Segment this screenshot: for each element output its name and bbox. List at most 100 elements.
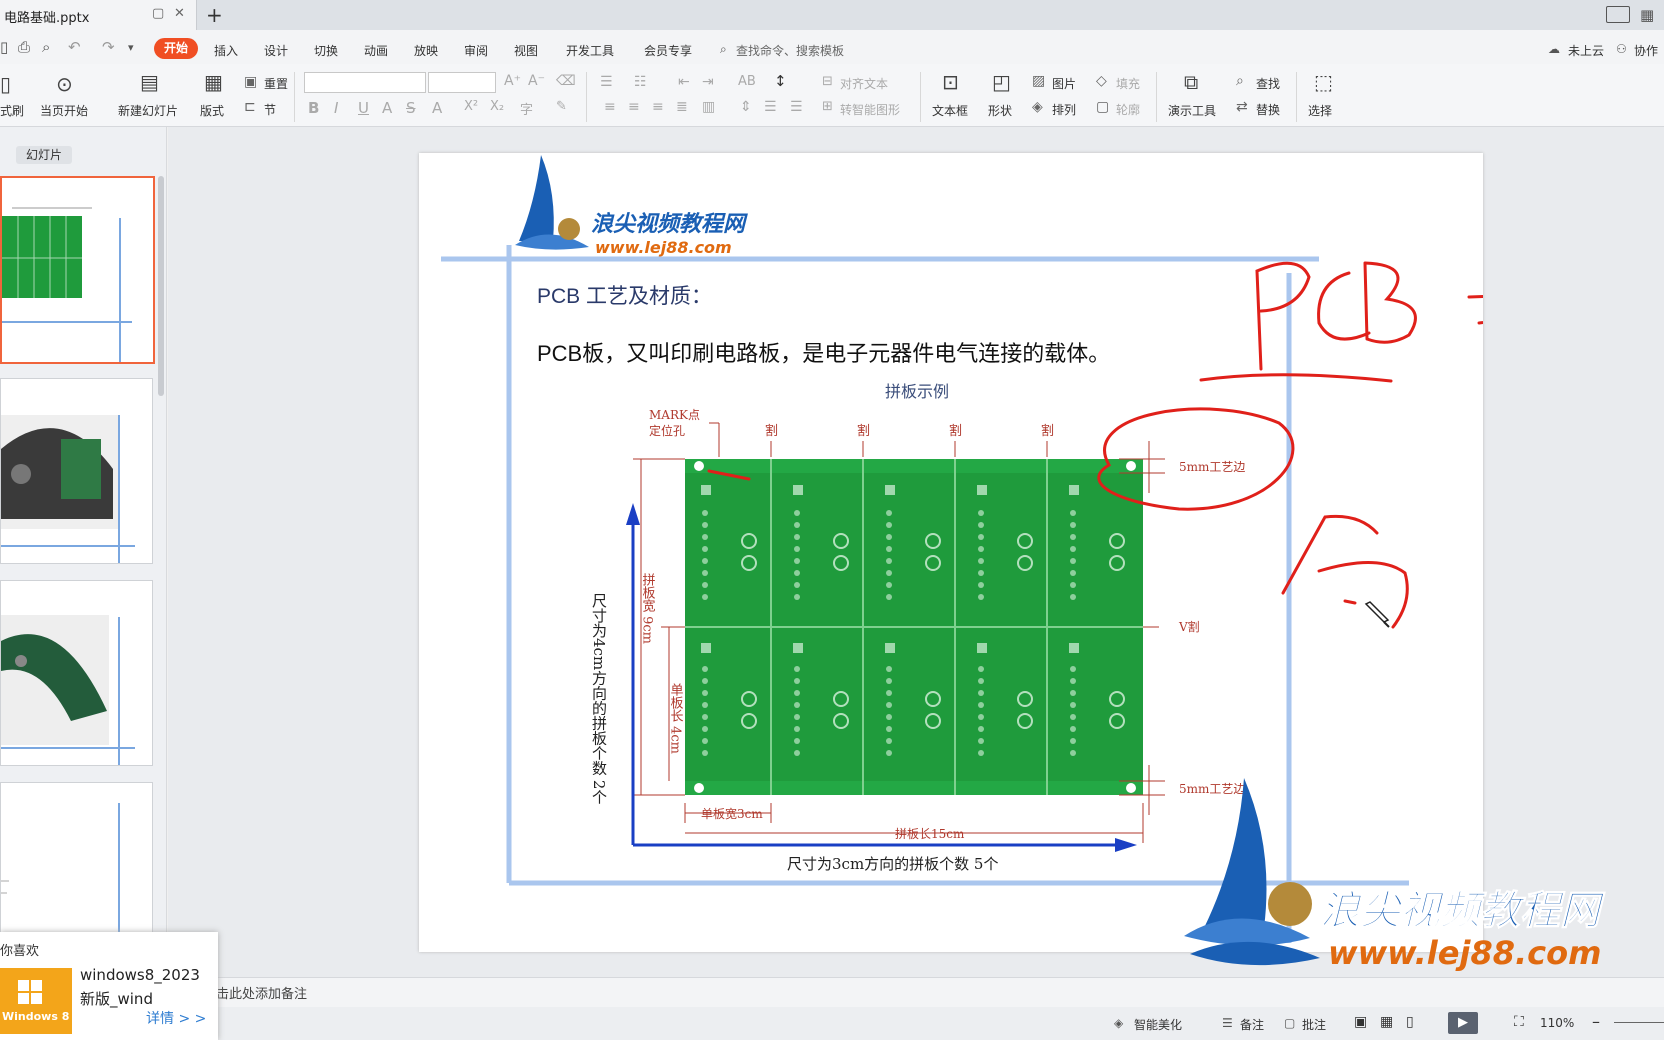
section-icon: ⊏ <box>244 99 256 115</box>
picture-button[interactable]: 图片 <box>1052 75 1076 92</box>
grid-view-icon[interactable]: ▦ <box>1640 6 1654 24</box>
undo-icon[interactable]: ↶ <box>68 38 81 56</box>
customize-icon[interactable]: ▾ <box>128 41 134 54</box>
tab-view[interactable]: 视图 <box>514 42 538 59</box>
align-right-icon[interactable]: ≡ <box>652 99 664 115</box>
tab-animations[interactable]: 动画 <box>364 42 388 59</box>
superscript-icon[interactable]: X² <box>464 99 478 114</box>
presenter-tools-button[interactable]: 演示工具 <box>1168 102 1216 119</box>
subscript-icon[interactable]: X₂ <box>490 99 504 114</box>
section-button[interactable]: 节 <box>264 101 276 118</box>
reset-button[interactable]: 重置 <box>264 75 288 92</box>
tab-close-icon[interactable]: ✕ <box>174 6 185 21</box>
notes-placeholder[interactable]: 击此处添加备注 <box>216 983 307 1002</box>
zoom-out-icon[interactable]: – <box>1592 1012 1600 1031</box>
format-painter-button[interactable]: 式刷 <box>0 102 24 119</box>
open-icon[interactable]: ▯ <box>0 38 8 56</box>
slide-thumbnail-1[interactable] <box>0 176 155 364</box>
replace-button[interactable]: 替换 <box>1256 101 1280 118</box>
underline-icon[interactable]: U <box>358 99 369 117</box>
numbering-icon[interactable]: ☷ <box>634 74 647 90</box>
clear-format-icon[interactable]: ⌫ <box>556 73 576 89</box>
font-grow-icon[interactable]: A⁺ <box>504 73 521 89</box>
tab-developer[interactable]: 开发工具 <box>566 42 614 59</box>
slide-thumbnail-4[interactable] <box>0 782 153 934</box>
strikethrough-icon[interactable]: S <box>406 99 416 117</box>
tab-transitions[interactable]: 切换 <box>314 42 338 59</box>
windows-logo[interactable]: Windows 8 <box>0 968 72 1034</box>
popup-line-1[interactable]: windows8_2023 <box>80 966 200 984</box>
new-tab-button[interactable]: + <box>206 3 223 27</box>
textbox-button[interactable]: 文本框 <box>932 102 968 119</box>
shapes-button[interactable]: 形状 <box>988 102 1012 119</box>
tab-slides[interactable]: 幻灯片 <box>16 146 72 164</box>
popup-line-2[interactable]: 新版_wind <box>80 988 153 1009</box>
tab-insert[interactable]: 插入 <box>214 42 238 59</box>
font-size-select[interactable] <box>428 72 496 93</box>
line-spacing-2-icon[interactable]: ☰ <box>790 99 803 115</box>
thumbnail-scrollbar[interactable] <box>158 176 164 396</box>
notes-toggle[interactable]: 备注 <box>1240 1016 1264 1033</box>
layout-button[interactable]: 版式 <box>200 102 224 119</box>
column-icon[interactable]: ☰ <box>764 99 777 115</box>
align-text-button[interactable]: 对齐文本 <box>840 75 888 92</box>
font-family-select[interactable] <box>304 72 426 93</box>
play-slideshow-button[interactable]: ▶ <box>1448 1012 1478 1034</box>
bold-icon[interactable]: B <box>308 99 319 117</box>
align-left-icon[interactable]: ≡ <box>604 99 616 115</box>
print-icon[interactable]: ⎙ <box>18 38 30 56</box>
bullets-icon[interactable]: ☰ <box>600 74 613 90</box>
layout-toggle-icon[interactable] <box>1606 6 1630 23</box>
collab-button[interactable]: 协作 <box>1634 42 1658 59</box>
tab-slideshow[interactable]: 放映 <box>414 42 438 59</box>
smart-art-icon[interactable]: ⊞ <box>822 99 833 114</box>
text-direction-icon[interactable]: AB <box>738 74 756 89</box>
sorter-view-icon[interactable]: ▦ <box>1380 1014 1393 1030</box>
beautify-button[interactable]: 智能美化 <box>1134 1016 1182 1033</box>
slide-thumbnail-2[interactable] <box>0 378 153 564</box>
line-spacing-icon[interactable]: ↕ <box>774 72 787 90</box>
document-tab[interactable]: 电路基础.pptx ▢ ✕ <box>0 0 197 30</box>
tab-design[interactable]: 设计 <box>264 42 288 59</box>
tab-home[interactable]: 开始 <box>154 38 198 59</box>
justify-icon[interactable]: ≣ <box>676 99 688 115</box>
outline-button[interactable]: 轮廓 <box>1116 101 1140 118</box>
distribute-icon[interactable]: ▥ <box>702 99 715 115</box>
search-icon[interactable]: ⌕ <box>720 42 727 57</box>
fit-window-icon[interactable]: ⛶ <box>1514 1014 1524 1030</box>
zoom-level[interactable]: 110% <box>1540 1016 1574 1030</box>
align-text-icon[interactable]: ⊟ <box>822 74 833 89</box>
smart-art-button[interactable]: 转智能图形 <box>840 101 900 118</box>
ribbon-separator <box>586 72 587 122</box>
align-center-icon[interactable]: ≡ <box>628 99 640 115</box>
zoom-slider[interactable] <box>1614 1022 1664 1023</box>
indent-increase-icon[interactable]: ⇥ <box>702 74 714 90</box>
arrange-button[interactable]: 排列 <box>1052 101 1076 118</box>
select-button[interactable]: 选择 <box>1308 102 1332 119</box>
preview-icon[interactable]: ⌕ <box>42 38 50 56</box>
popup-details-link[interactable]: 详情 > > <box>146 1008 206 1028</box>
indent-decrease-icon[interactable]: ⇤ <box>678 74 690 90</box>
shadow-icon[interactable]: A <box>382 99 392 117</box>
tab-member[interactable]: 会员专享 <box>644 42 692 59</box>
slide-thumbnail-3[interactable] <box>0 580 153 766</box>
fill-button[interactable]: 填充 <box>1116 75 1140 92</box>
cloud-status[interactable]: 未上云 <box>1568 42 1604 59</box>
reading-view-icon[interactable]: ▯ <box>1406 1014 1414 1030</box>
normal-view-icon[interactable]: ▣ <box>1354 1014 1367 1030</box>
new-slide-button[interactable]: 新建幻灯片 <box>118 102 178 119</box>
find-button[interactable]: 查找 <box>1256 75 1280 92</box>
tab-review[interactable]: 审阅 <box>464 42 488 59</box>
comments-toggle[interactable]: 批注 <box>1302 1016 1326 1033</box>
para-spacing-icon[interactable]: ⇕ <box>740 99 752 115</box>
x-caption: 尺寸为3cm方向的拼板个数 5个 <box>787 855 998 873</box>
redo-icon[interactable]: ↷ <box>102 38 115 56</box>
highlight-icon[interactable]: ✎ <box>556 99 567 114</box>
from-current-button[interactable]: 当页开始 <box>40 102 88 119</box>
tab-window-icon[interactable]: ▢ <box>152 6 164 21</box>
font-color-icon[interactable]: A <box>432 99 442 117</box>
phonetic-icon[interactable]: 字 <box>520 99 533 118</box>
font-shrink-icon[interactable]: A⁻ <box>528 73 545 89</box>
italic-icon[interactable]: I <box>334 99 338 117</box>
command-search[interactable]: 查找命令、搜索模板 <box>736 42 844 59</box>
